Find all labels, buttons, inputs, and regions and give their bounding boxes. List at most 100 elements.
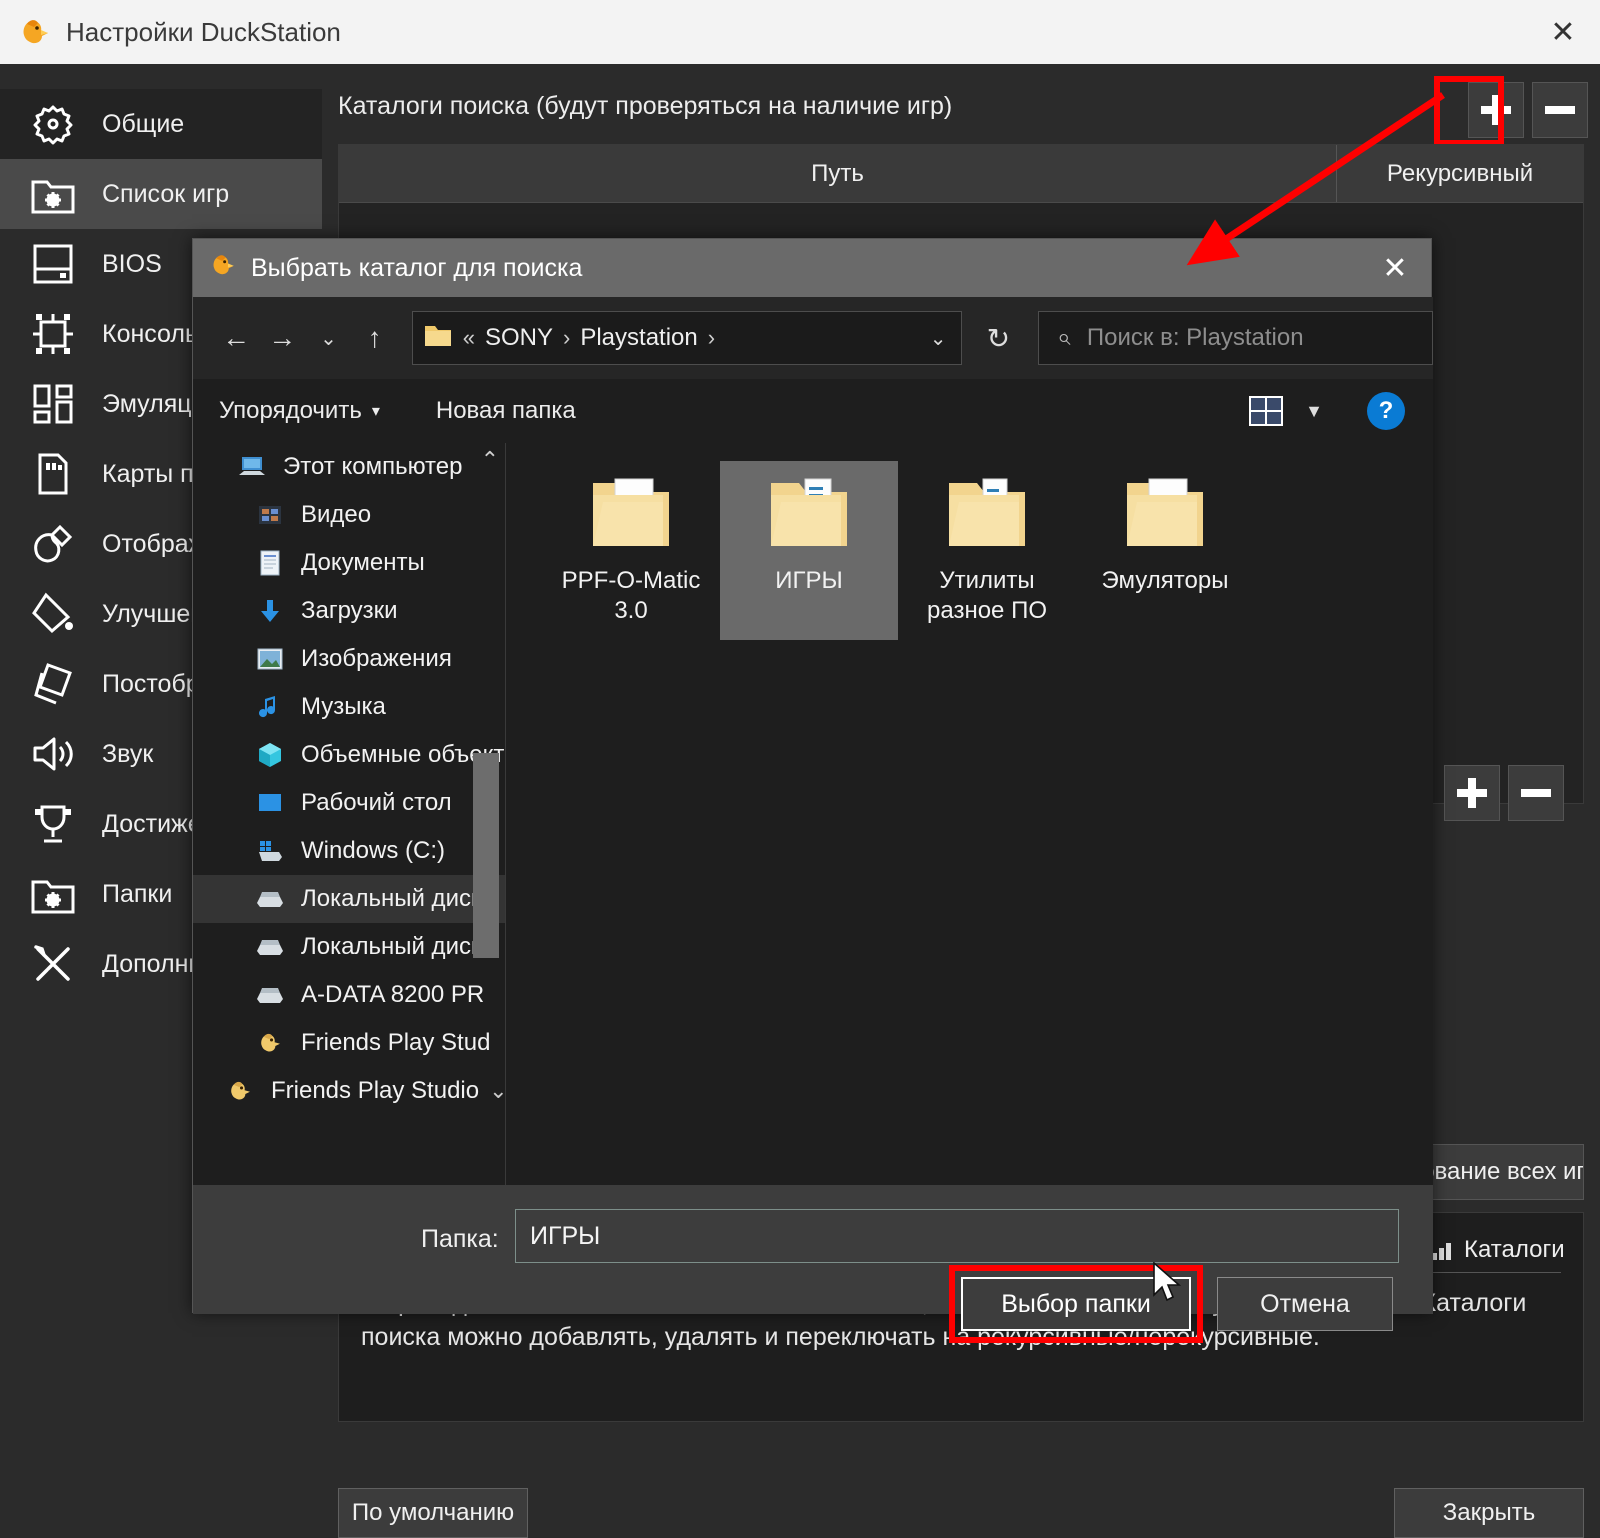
download-icon — [251, 595, 289, 627]
sidebar-item-label: BIOS — [102, 249, 162, 278]
list-item-label: PPF-O-Matic 3.0 — [561, 567, 701, 624]
search-input[interactable]: ⌕ Поиск в: Playstation — [1038, 311, 1434, 365]
arrow-up-icon[interactable]: ↑ — [352, 314, 398, 362]
drive-icon — [251, 931, 289, 963]
sidebar-item-obschie[interactable]: Общие — [0, 89, 322, 159]
list-item-label: Утилиты разное ПО — [927, 567, 1047, 624]
blocks-icon — [22, 377, 84, 431]
list-item-label: ИГРЫ — [775, 567, 843, 594]
address-bar[interactable]: « SONY › Playstation › ⌄ — [411, 311, 963, 365]
list-item[interactable]: PPF-O-Matic 3.0 — [542, 461, 720, 640]
tree-item-label: Локальный диск — [301, 933, 482, 960]
arrow-left-icon[interactable]: ← — [213, 314, 259, 362]
remove-directory-button-secondary[interactable] — [1508, 765, 1564, 821]
drive-icon — [251, 883, 289, 915]
brush-icon — [22, 517, 84, 571]
list-item[interactable]: Эмуляторы — [1076, 461, 1254, 640]
remove-search-directory-button[interactable] — [1532, 82, 1588, 138]
add-search-directory-button[interactable] — [1468, 82, 1524, 138]
chevron-up-icon[interactable]: ⌃ — [481, 447, 499, 473]
tree-item-label: Видео — [301, 501, 372, 528]
chevron-down-icon[interactable]: ⌄ — [489, 1078, 505, 1104]
folder-icon — [423, 323, 453, 354]
tree-item-label: Загрузки — [301, 597, 398, 624]
tools-icon — [22, 937, 84, 991]
help-icon[interactable]: ? — [1367, 392, 1405, 430]
tree-item-windows-c[interactable]: Windows (C:) — [193, 827, 505, 875]
tree-scrollbar-thumb[interactable] — [473, 753, 499, 958]
minus-icon — [1521, 778, 1551, 808]
tree-item-label: Изображения — [301, 645, 452, 672]
chevron-down-icon[interactable]: ▼ — [1305, 401, 1323, 422]
tree-item-this-pc[interactable]: Этот компьютер — [193, 443, 505, 491]
dialog-body: Этот компьютер Видео Документы Загрузки — [193, 443, 1433, 1185]
tree-item-desktop[interactable]: Рабочий стол — [193, 779, 505, 827]
tree-item-downloads[interactable]: Загрузки — [193, 587, 505, 635]
tree-item-label: Windows (C:) — [301, 837, 446, 864]
tree-item-label: Friends Play Studio — [271, 1077, 480, 1104]
tree-item-label: A-DATA 8200 PR — [301, 981, 485, 1008]
picture-icon — [251, 643, 289, 675]
organize-menu-button[interactable]: Упорядочить ▾ — [219, 397, 380, 425]
dialog-titlebar: Выбрать каталог для поиска ✕ — [193, 239, 1431, 297]
list-item[interactable]: ИГРЫ — [720, 461, 898, 640]
sidebar-item-spisok-igr[interactable]: Список игр — [0, 159, 322, 229]
paint-icon — [22, 587, 84, 641]
chevron-down-icon[interactable]: ⌄ — [915, 312, 961, 364]
tree-item-friends-play-studio-drive[interactable]: Friends Play Stud — [193, 1019, 505, 1067]
tree-item-label: Рабочий стол — [301, 789, 452, 816]
tree-item-label: Документы — [301, 549, 425, 576]
close-settings-button[interactable]: Закрыть — [1394, 1488, 1584, 1538]
organize-label: Упорядочить — [219, 397, 362, 424]
memcard-icon — [22, 447, 84, 501]
duckstation-logo-icon — [221, 1075, 259, 1107]
catalogs-indicator: Каталоги — [1432, 1236, 1565, 1264]
restore-defaults-button[interactable]: По умолчанию — [338, 1488, 528, 1538]
list-item-label: Эмуляторы — [1101, 567, 1229, 594]
tree-item-documents[interactable]: Документы — [193, 539, 505, 587]
catalogs-label: Каталоги — [1464, 1236, 1565, 1263]
duckstation-logo-icon — [209, 251, 237, 286]
windows-drive-icon — [251, 835, 289, 867]
duckstation-logo-icon — [251, 1027, 289, 1059]
arrow-right-icon[interactable]: → — [259, 314, 305, 362]
tree-item-local-disk-1[interactable]: Локальный диск — [193, 875, 505, 923]
layers-icon — [22, 657, 84, 711]
refresh-icon[interactable]: ↻ — [976, 315, 1020, 361]
breadcrumb-sony[interactable]: SONY — [485, 324, 553, 352]
view-icons-icon[interactable] — [1249, 396, 1284, 426]
tree-item-label: Этот компьютер — [283, 453, 463, 480]
folder-icon — [1119, 478, 1211, 557]
tree-item-3d-objects[interactable]: Объемные объекты — [193, 731, 505, 779]
select-folder-button[interactable]: Выбор папки — [961, 1277, 1191, 1331]
folder-name-input[interactable] — [515, 1209, 1399, 1263]
tree-item-friends-play-studio[interactable]: Friends Play Studio ⌄ — [193, 1067, 505, 1115]
navigation-tree[interactable]: Этот компьютер Видео Документы Загрузки — [193, 443, 506, 1185]
tree-item-music[interactable]: Музыка — [193, 683, 505, 731]
breadcrumb-playstation[interactable]: Playstation — [580, 324, 697, 352]
add-directory-button-secondary[interactable] — [1444, 765, 1500, 821]
chevron-down-icon[interactable]: ⌄ — [305, 314, 351, 362]
gear-icon — [22, 97, 84, 151]
new-folder-label: Новая папка — [435, 397, 576, 424]
crop-icon — [22, 307, 84, 361]
drive-icon — [251, 979, 289, 1011]
column-header-path[interactable]: Путь — [339, 145, 1337, 202]
file-list[interactable]: PPF-O-Matic 3.0 ИГРЫ Утилиты разное ПО Э… — [506, 443, 1433, 1185]
close-icon[interactable]: ✕ — [1359, 239, 1431, 297]
list-item[interactable]: Утилиты разное ПО — [898, 461, 1076, 640]
folder-icon — [585, 478, 677, 557]
tree-item-video[interactable]: Видео — [193, 491, 505, 539]
tree-item-local-disk-2[interactable]: Локальный диск — [193, 923, 505, 971]
column-header-recursive[interactable]: Рекурсивный — [1337, 145, 1583, 202]
sidebar-item-label: Общие — [102, 109, 185, 138]
table-header-row: Путь Рекурсивный — [339, 145, 1583, 203]
tree-item-pictures[interactable]: Изображения — [193, 635, 505, 683]
new-folder-button[interactable]: Новая папка — [436, 397, 576, 425]
close-icon[interactable]: ✕ — [1526, 0, 1600, 64]
tree-item-adata-drive[interactable]: A-DATA 8200 PR — [193, 971, 505, 1019]
chevron-down-icon: ▾ — [371, 403, 380, 420]
desktop-icon — [251, 787, 289, 819]
cancel-button[interactable]: Отмена — [1217, 1277, 1393, 1331]
folder-field-label: Папка: — [421, 1225, 499, 1253]
